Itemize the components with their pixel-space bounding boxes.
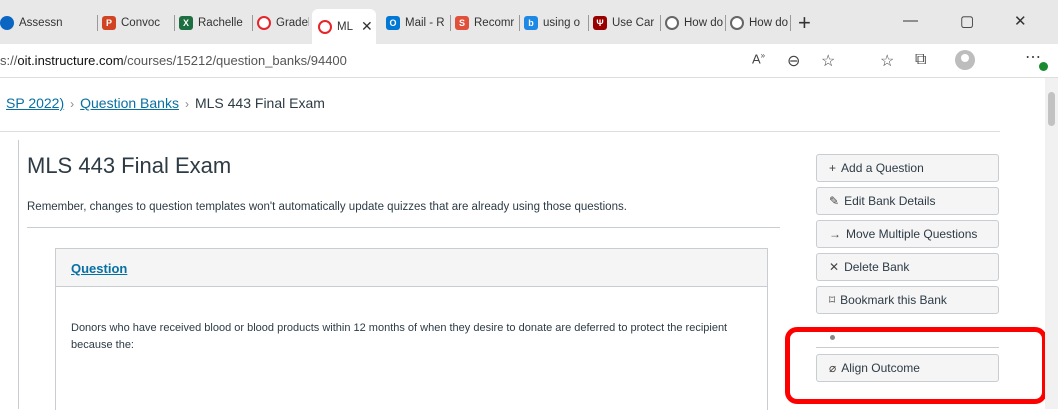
scrollbar-thumb[interactable] xyxy=(1048,92,1055,126)
canvas-icon xyxy=(665,16,679,30)
add-question-button[interactable]: + Add a Question xyxy=(816,154,999,182)
move-multiple-questions-button[interactable]: → Move Multiple Questions xyxy=(816,220,999,248)
tab-separator xyxy=(660,15,661,31)
question-panel: Question Donors who have received blood … xyxy=(55,248,768,410)
breadcrumb: SP 2022) › Question Banks › MLS 443 Final Ex… xyxy=(6,95,325,111)
tab-how-do-2[interactable]: How do xyxy=(730,13,788,33)
new-tab-icon[interactable]: + xyxy=(798,10,811,36)
x-icon: ✕ xyxy=(829,260,840,274)
divider xyxy=(0,131,1000,132)
address-bar: s://oit.instructure.com/courses/15212/qu… xyxy=(0,44,1058,78)
tab-rachelle[interactable]: X Rachelle xyxy=(179,13,249,33)
tab-using[interactable]: b using o xyxy=(524,13,586,33)
zoom-icon[interactable]: ⊖ xyxy=(787,51,800,71)
tab-assessn[interactable]: Assessn xyxy=(0,13,95,33)
maximize-icon[interactable]: ▢ xyxy=(960,12,974,30)
cloud-icon xyxy=(0,16,14,30)
question-header: Question xyxy=(56,249,767,287)
tab-separator xyxy=(725,15,726,31)
url-field[interactable]: s://oit.instructure.com/courses/15212/qu… xyxy=(0,53,347,68)
tab-how-do-1[interactable]: How do xyxy=(665,13,723,33)
update-badge xyxy=(1039,62,1048,71)
tab-close-icon[interactable]: ✕ xyxy=(361,18,373,35)
question-link[interactable]: Question xyxy=(71,261,127,276)
tab-separator xyxy=(252,15,253,31)
canvas-icon xyxy=(318,19,332,34)
scrollbar[interactable] xyxy=(1045,78,1058,409)
divider xyxy=(18,140,19,409)
tab-separator xyxy=(790,15,791,31)
tab-separator xyxy=(174,15,175,31)
read-aloud-icon[interactable]: A» xyxy=(752,51,765,66)
tab-mls-active[interactable]: ML ✕ xyxy=(312,9,376,44)
canvas-icon xyxy=(730,16,744,30)
tab-recomm[interactable]: S Recomr xyxy=(455,13,517,33)
collections-icon[interactable]: ⧉ xyxy=(915,51,926,69)
tab-use-canvas[interactable]: Ψ Use Car xyxy=(593,13,657,33)
tab-separator xyxy=(450,15,451,31)
arrow-right-icon: → xyxy=(829,227,841,241)
question-text: Donors who have received blood or blood … xyxy=(71,322,728,351)
tab-convoc[interactable]: P Convoc xyxy=(102,13,172,33)
breadcrumb-course-link[interactable]: SP 2022) xyxy=(6,95,64,111)
tab-separator xyxy=(588,15,589,31)
tab-separator xyxy=(97,15,98,31)
tab-separator xyxy=(519,15,520,31)
excel-icon: X xyxy=(179,16,193,30)
divider xyxy=(27,227,780,228)
favorite-add-icon[interactable]: ☆ xyxy=(821,51,835,71)
tab-mail[interactable]: O Mail - R xyxy=(386,13,448,33)
breadcrumb-current: MLS 443 Final Exam xyxy=(194,95,325,111)
bookmark-bank-button[interactable]: ⌑ Bookmark this Bank xyxy=(816,286,999,314)
edit-bank-details-button[interactable]: ✎ Edit Bank Details xyxy=(816,187,999,215)
breadcrumb-separator: › xyxy=(184,97,189,111)
close-window-icon[interactable]: ✕ xyxy=(1014,12,1027,30)
pencil-icon: ✎ xyxy=(829,194,840,208)
s-icon: S xyxy=(455,16,469,30)
page-title: MLS 443 Final Exam xyxy=(27,153,232,178)
breadcrumb-question-banks-link[interactable]: Question Banks xyxy=(80,95,179,111)
tab-gradebook[interactable]: Gradeb xyxy=(257,13,309,33)
outlook-icon: O xyxy=(386,16,400,30)
annotation-highlight-box xyxy=(785,327,1047,404)
powerpoint-icon: P xyxy=(102,16,116,30)
browser-tab-strip: Assessn P Convoc X Rachelle Gradeb ML ✕ … xyxy=(0,0,1058,44)
favorites-icon[interactable]: ☆ xyxy=(880,51,894,71)
breadcrumb-separator: › xyxy=(70,97,75,111)
template-notice: Remember, changes to question templates … xyxy=(27,201,627,213)
bing-icon: b xyxy=(524,16,538,30)
plus-icon: + xyxy=(829,161,837,175)
minimize-icon[interactable]: — xyxy=(903,12,918,29)
profile-avatar[interactable] xyxy=(955,50,975,70)
bookmark-icon: ⌑ xyxy=(829,293,836,307)
delete-bank-button[interactable]: ✕ Delete Bank xyxy=(816,253,999,281)
canvas-icon xyxy=(257,16,271,30)
iu-icon: Ψ xyxy=(593,16,607,30)
